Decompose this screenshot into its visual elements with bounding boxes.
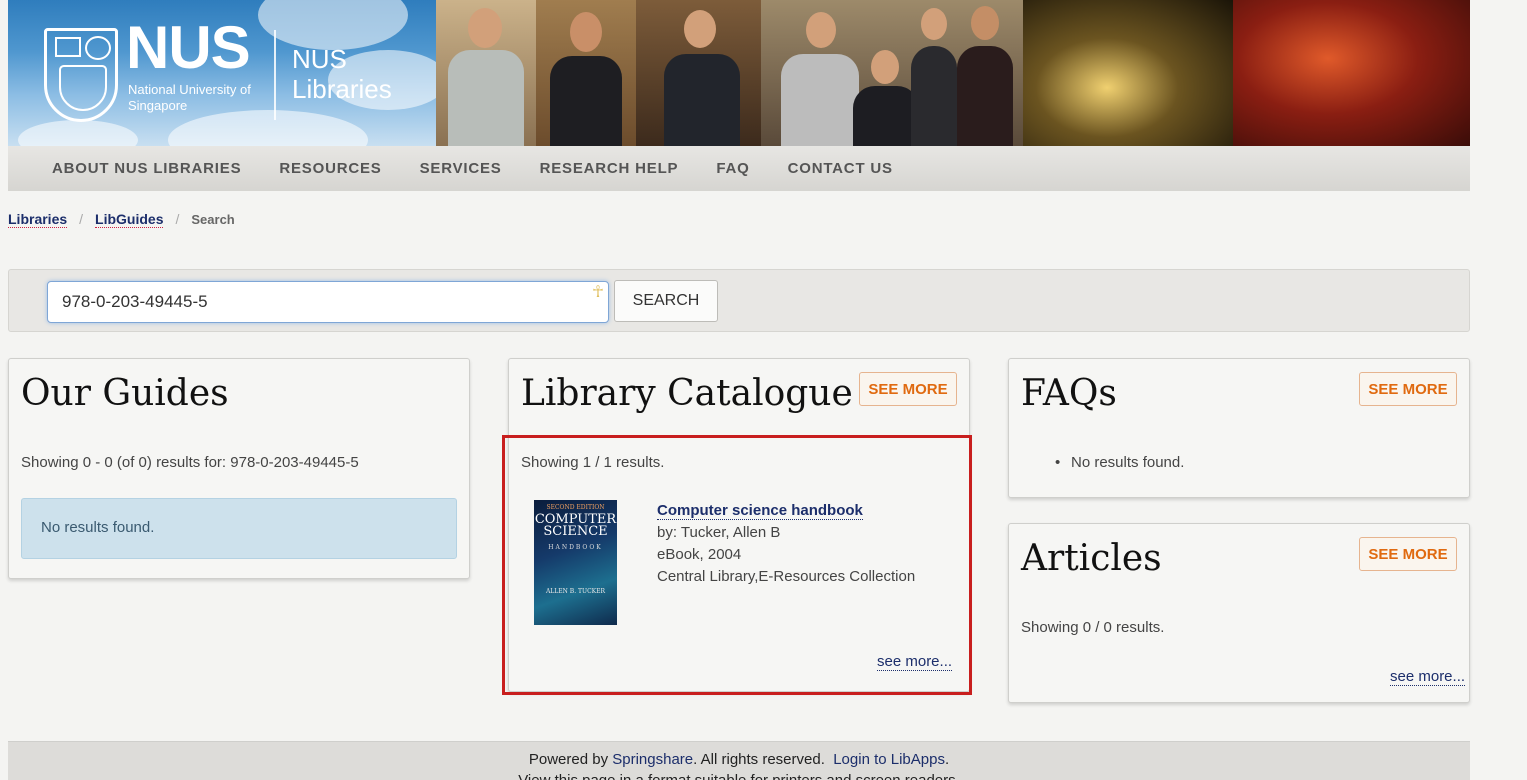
banner-photo-2 xyxy=(536,0,636,146)
banner-photo-3 xyxy=(636,0,761,146)
guides-panel: Our Guides Showing 0 - 0 (of 0) results … xyxy=(8,358,470,579)
faqs-title: FAQs xyxy=(1021,373,1117,414)
search-button[interactable]: SEARCH xyxy=(614,280,718,322)
faqs-see-more-button[interactable]: SEE MORE xyxy=(1359,372,1457,406)
breadcrumb-separator: / xyxy=(175,211,180,227)
faqs-empty-item: No results found. xyxy=(1055,454,1184,471)
nav-resources[interactable]: RESOURCES xyxy=(279,160,381,177)
nav-services[interactable]: SERVICES xyxy=(420,160,502,177)
logo-area[interactable]: NUS National University of Singapore NUS… xyxy=(8,0,448,146)
articles-see-more-link[interactable]: see more... xyxy=(1390,668,1466,686)
articles-summary: Showing 0 / 0 results. xyxy=(1021,619,1165,636)
banner-photo-6 xyxy=(1233,0,1470,146)
guides-title: Our Guides xyxy=(21,373,229,414)
articles-see-more-button[interactable]: SEE MORE xyxy=(1359,537,1457,571)
guides-no-results-alert: No results found. xyxy=(21,498,457,559)
breadcrumb-current: Search xyxy=(191,212,235,227)
banner-photo-5 xyxy=(1023,0,1233,146)
footer-rights: . All rights reserved. xyxy=(693,751,825,768)
catalogue-title: Library Catalogue xyxy=(521,373,853,414)
catalogue-see-more-button[interactable]: SEE MORE xyxy=(859,372,957,406)
breadcrumb-libguides[interactable]: LibGuides xyxy=(95,211,164,228)
footer-login-suffix: . xyxy=(944,751,950,768)
articles-panel: Articles SEE MORE Showing 0 / 0 results.… xyxy=(1008,523,1470,703)
brand-subtitle: National University of Singapore xyxy=(128,82,251,113)
guides-summary: Showing 0 - 0 (of 0) results for: 978-0-… xyxy=(21,454,359,471)
nav-research-help[interactable]: RESEARCH HELP xyxy=(540,160,679,177)
breadcrumb-libraries[interactable]: Libraries xyxy=(8,211,68,228)
breadcrumb-separator: / xyxy=(79,211,84,227)
articles-title: Articles xyxy=(1021,538,1162,579)
header-banner: NUS National University of Singapore NUS… xyxy=(8,0,1470,146)
footer-print-note: View this page in a format suitable for … xyxy=(8,768,1470,780)
brand-divider xyxy=(274,30,276,120)
highlight-annotation xyxy=(502,435,972,695)
faqs-panel: FAQs SEE MORE No results found. xyxy=(1008,358,1470,498)
main-nav: ABOUT NUS LIBRARIES RESOURCES SERVICES R… xyxy=(8,146,1470,191)
nus-crest-icon xyxy=(44,28,118,122)
search-input[interactable] xyxy=(47,281,609,323)
footer-powered-by: Powered by xyxy=(528,751,609,768)
search-bar: ☥ SEARCH xyxy=(8,269,1470,332)
nav-contact-us[interactable]: CONTACT US xyxy=(788,160,893,177)
nav-about[interactable]: ABOUT NUS LIBRARIES xyxy=(52,160,241,177)
footer-springshare-link[interactable]: Springshare xyxy=(612,751,693,768)
footer-login-link[interactable]: Login to LibApps xyxy=(833,751,945,768)
ankh-icon: ☥ xyxy=(592,284,604,301)
brand-libraries: NUS Libraries xyxy=(292,44,392,104)
breadcrumb: Libraries / LibGuides / Search xyxy=(8,211,235,228)
footer: Powered by Springshare. All rights reser… xyxy=(8,741,1470,780)
banner-photo-4 xyxy=(761,0,1023,146)
nav-faq[interactable]: FAQ xyxy=(716,160,749,177)
brand-name: NUS xyxy=(126,14,251,81)
banner-photo-1 xyxy=(436,0,536,146)
